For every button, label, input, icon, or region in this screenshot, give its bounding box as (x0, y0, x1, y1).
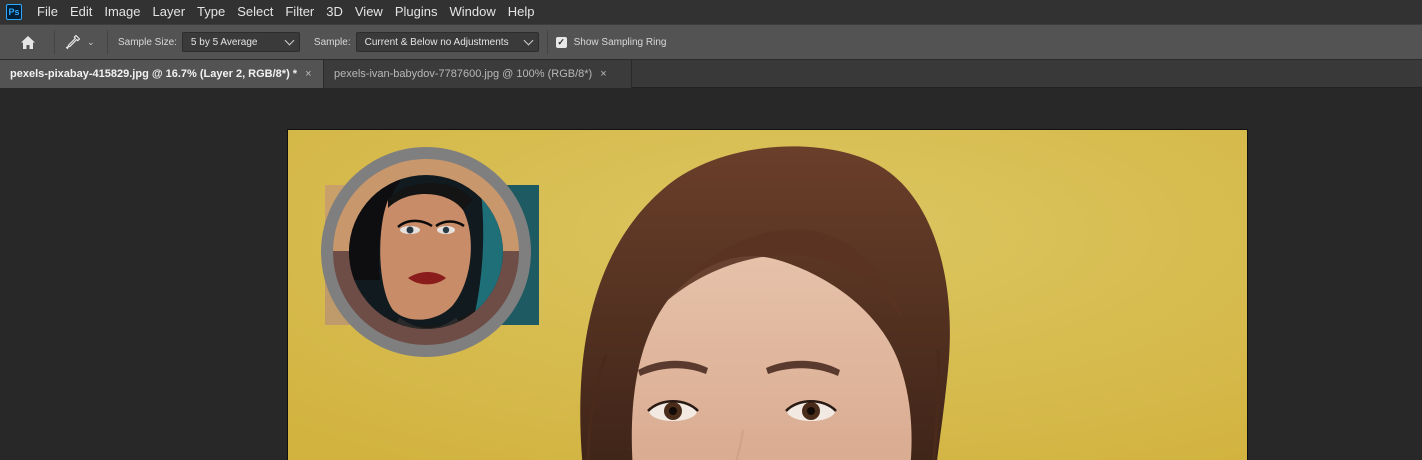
menu-type[interactable]: Type (191, 0, 231, 24)
menu-view[interactable]: View (349, 0, 389, 24)
menu-window[interactable]: Window (443, 0, 501, 24)
workspace (0, 89, 1422, 460)
show-sampling-ring-checkbox[interactable]: ✓ (555, 36, 567, 48)
document-tab-bar: pexels-pixabay-415829.jpg @ 16.7% (Layer… (0, 60, 1422, 88)
chevron-down-icon (523, 35, 534, 46)
menu-plugins[interactable]: Plugins (389, 0, 444, 24)
document-tab[interactable]: pexels-ivan-babydov-7787600.jpg @ 100% (… (324, 60, 632, 88)
home-button[interactable] (14, 29, 42, 55)
home-icon (21, 35, 35, 49)
sample-size-value: 5 by 5 Average (190, 36, 258, 48)
eyedropper-icon (65, 34, 81, 50)
tab-label: pexels-pixabay-415829.jpg @ 16.7% (Layer… (10, 68, 298, 80)
sample-value: Current & Below no Adjustments (364, 36, 509, 48)
tool-preset-picker[interactable]: ⌄ (65, 34, 105, 50)
chevron-down-icon (284, 35, 295, 46)
menu-file[interactable]: File (31, 0, 64, 24)
sample-size-select[interactable]: 5 by 5 Average (181, 32, 300, 52)
close-icon[interactable]: × (305, 68, 311, 80)
divider (54, 30, 55, 54)
chevron-down-icon: ⌄ (87, 36, 95, 47)
sample-select[interactable]: Current & Below no Adjustments (355, 32, 539, 52)
menu-filter[interactable]: Filter (279, 0, 320, 24)
menu-image[interactable]: Image (98, 0, 146, 24)
canvas-image (288, 130, 1247, 460)
sample-label: Sample: (313, 36, 351, 48)
menu-edit[interactable]: Edit (64, 0, 98, 24)
sample-size-label: Sample Size: (118, 36, 177, 48)
photoshop-logo-icon[interactable]: Ps (6, 4, 22, 20)
divider (546, 30, 548, 54)
menu-layer[interactable]: Layer (147, 0, 192, 24)
show-sampling-ring-label[interactable]: Show Sampling Ring (574, 37, 667, 48)
document-tab-active[interactable]: pexels-pixabay-415829.jpg @ 16.7% (Layer… (0, 60, 324, 88)
menu-select[interactable]: Select (231, 0, 279, 24)
menu-bar: Ps File Edit Image Layer Type Select Fil… (0, 0, 1422, 24)
close-icon[interactable]: × (600, 68, 606, 80)
menu-3d[interactable]: 3D (320, 0, 349, 24)
tab-label: pexels-ivan-babydov-7787600.jpg @ 100% (… (334, 68, 593, 80)
menu-help[interactable]: Help (502, 0, 541, 24)
checkmark-icon: ✓ (557, 36, 565, 47)
divider (107, 30, 108, 54)
document-canvas[interactable] (287, 129, 1248, 460)
sampling-ring (321, 147, 531, 357)
options-bar: ⌄ Sample Size: 5 by 5 Average Sample: Cu… (0, 24, 1422, 60)
